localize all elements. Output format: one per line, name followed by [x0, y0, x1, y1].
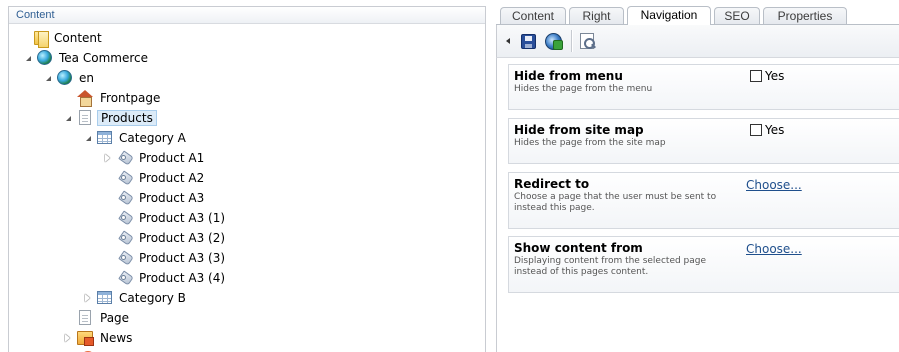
collapse-arrow-icon[interactable]	[503, 38, 513, 44]
tree-node-label[interactable]: Tea Commerce	[56, 50, 151, 66]
property-title: Hide from menu	[514, 69, 623, 83]
tree-node-label[interactable]: Product A3 (1)	[136, 210, 228, 226]
expanded-arrow-icon[interactable]	[21, 52, 33, 64]
property-title: Redirect to	[514, 177, 590, 191]
tag-icon	[117, 212, 132, 224]
tag-icon	[117, 252, 132, 264]
tab-bar: Content Right Navigation SEO Properties	[496, 6, 899, 25]
tree-node-content[interactable]: Content	[17, 28, 105, 48]
grid-icon	[97, 291, 112, 304]
expanded-arrow-icon[interactable]	[41, 72, 53, 84]
expanded-arrow-icon[interactable]	[81, 132, 93, 144]
tree-node-label[interactable]: Product A3 (3)	[136, 250, 228, 266]
tree-node-product-a1[interactable]: Product A1	[101, 148, 207, 167]
hide-from-menu-checkbox[interactable]: Yes	[750, 69, 784, 83]
tree-node-frontpage[interactable]: Frontpage	[61, 88, 163, 107]
tab-properties[interactable]: Properties	[763, 7, 847, 24]
property-redirect-to: Redirect to Choose a page that the user …	[508, 172, 899, 229]
tag-icon	[117, 172, 132, 184]
tree-node-label[interactable]: en	[76, 70, 97, 86]
tree-node-category-b[interactable]: Category B	[81, 288, 189, 307]
tree-node-label[interactable]: Product A3 (4)	[136, 270, 228, 286]
tree-node-label[interactable]: Products	[97, 109, 157, 126]
editor-panel: Content Right Navigation SEO Properties …	[496, 6, 899, 352]
property-show-content-from: Show content from Displaying content fro…	[508, 236, 899, 293]
tag-icon	[117, 192, 132, 204]
tree-node-partial[interactable]	[81, 348, 99, 352]
property-title: Show content from	[514, 241, 643, 255]
property-hide-from-site-map: Hide from site map Hides the page from t…	[508, 118, 899, 164]
globe-icon	[57, 70, 72, 85]
save-and-publish-button[interactable]	[543, 31, 563, 51]
checkbox-box[interactable]	[750, 124, 762, 136]
page-icon	[79, 310, 91, 325]
property-description: Hides the page from the site map	[514, 138, 666, 148]
expanded-arrow-icon[interactable]	[61, 112, 73, 124]
tree-node-label[interactable]: Category B	[116, 290, 189, 306]
tree-node-products[interactable]: Products	[61, 108, 157, 127]
tree-node-label[interactable]: Product A1	[136, 150, 207, 166]
tree-header-label: Content	[16, 9, 55, 21]
checkbox-label: Yes	[765, 69, 785, 83]
tree-node-label[interactable]: Category A	[116, 130, 189, 146]
tab-navigation[interactable]: Navigation	[627, 6, 711, 25]
collapsed-arrow-icon[interactable]	[101, 152, 113, 164]
tree-node-label[interactable]: News	[97, 330, 135, 346]
tag-icon	[117, 272, 132, 284]
show-content-from-choose-link[interactable]: Choose...	[746, 242, 802, 256]
tree-node-label[interactable]: Product A2	[136, 170, 207, 186]
property-hide-from-menu: Hide from menu Hides the page from the m…	[508, 64, 899, 110]
tree-node-label[interactable]: Content	[51, 30, 105, 46]
tree-node-en[interactable]: en	[41, 68, 97, 87]
tree-node-product-a3[interactable]: Product A3	[101, 188, 207, 207]
save-button[interactable]	[518, 31, 538, 51]
tree-node-product-a3-1[interactable]: Product A3 (1)	[101, 208, 228, 227]
tree-node-label[interactable]: Product A3	[136, 190, 207, 206]
tree-node-product-a3-3[interactable]: Product A3 (3)	[101, 248, 228, 267]
checkbox-box[interactable]	[750, 70, 762, 82]
tree-node-news[interactable]: News	[61, 328, 135, 347]
tree-node-tea-commerce[interactable]: Tea Commerce	[21, 48, 151, 67]
tree-node-product-a2[interactable]: Product A2	[101, 168, 207, 187]
content-tree-panel: Content Content Tea Commerce en Frontpag…	[8, 6, 486, 352]
redirect-to-choose-link[interactable]: Choose...	[746, 178, 802, 192]
property-title: Hide from site map	[514, 123, 644, 137]
hide-from-site-map-checkbox[interactable]: Yes	[750, 123, 784, 137]
save-and-publish-icon	[544, 32, 563, 50]
collapsed-arrow-icon[interactable]	[81, 292, 93, 304]
tab-right[interactable]: Right	[569, 7, 624, 24]
tree-node-product-a3-2[interactable]: Product A3 (2)	[101, 228, 228, 247]
tag-icon	[117, 152, 132, 164]
navigation-properties: Hide from menu Hides the page from the m…	[496, 58, 899, 352]
tag-icon	[117, 232, 132, 244]
tree-node-category-a[interactable]: Category A	[81, 128, 189, 147]
toolbar	[496, 25, 899, 58]
property-description: Displaying content from the selected pag…	[514, 256, 707, 277]
property-description: Choose a page that the user must be sent…	[514, 192, 717, 213]
home-icon	[77, 89, 93, 107]
checkbox-label: Yes	[765, 123, 785, 137]
tree-node-label[interactable]: Product A3 (2)	[136, 230, 228, 246]
property-description: Hides the page from the menu	[514, 84, 653, 94]
news-icon	[77, 330, 94, 346]
save-icon	[520, 33, 536, 49]
globe-icon	[37, 50, 52, 65]
preview-button[interactable]	[577, 31, 597, 51]
folder-icon	[34, 30, 49, 48]
tree-node-label[interactable]: Page	[97, 310, 132, 326]
collapsed-arrow-icon[interactable]	[61, 332, 73, 344]
tab-content[interactable]: Content	[500, 7, 566, 24]
tab-seo[interactable]: SEO	[714, 7, 760, 24]
tree-node-page[interactable]: Page	[61, 308, 132, 327]
tree-node-product-a3-4[interactable]: Product A3 (4)	[101, 268, 228, 287]
toolbar-divider	[571, 30, 572, 52]
tree-header: Content	[9, 7, 485, 24]
grid-icon	[97, 131, 112, 144]
tree-node-label[interactable]: Frontpage	[97, 90, 163, 106]
preview-icon	[580, 33, 595, 49]
page-icon	[79, 110, 91, 125]
